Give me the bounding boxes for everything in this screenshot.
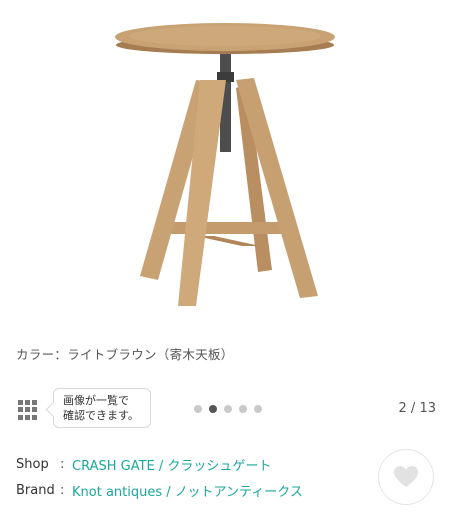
carousel-dots bbox=[194, 405, 262, 413]
tooltip-line-2: 確認できます。 bbox=[63, 409, 139, 422]
heart-icon bbox=[394, 466, 418, 487]
gallery-controls: 画像が一覧で 確認できます。 2 / 13 bbox=[0, 388, 452, 430]
carousel-dot[interactable] bbox=[254, 405, 262, 413]
image-counter: 2 / 13 bbox=[398, 401, 436, 416]
tooltip-line-1: 画像が一覧で bbox=[63, 394, 129, 407]
brand-colon: : bbox=[60, 483, 65, 498]
carousel-dot[interactable] bbox=[239, 405, 247, 413]
carousel-dot[interactable] bbox=[194, 405, 202, 413]
shop-row: Shop : CRASH GATE / クラッシュゲート bbox=[16, 455, 271, 474]
stool-leg bbox=[178, 80, 226, 306]
brand-label: Brand bbox=[16, 483, 55, 498]
stool-crossbar bbox=[166, 222, 284, 234]
shop-colon: : bbox=[60, 457, 65, 472]
favorite-button[interactable] bbox=[378, 449, 434, 505]
shop-link[interactable]: CRASH GATE / クラッシュゲート bbox=[72, 455, 271, 474]
grid-icon[interactable] bbox=[18, 400, 38, 420]
carousel-dot[interactable] bbox=[224, 405, 232, 413]
brand-link[interactable]: Knot antiques / ノットアンティークス bbox=[72, 481, 303, 500]
grid-tooltip: 画像が一覧で 確認できます。 bbox=[53, 388, 151, 428]
shop-label: Shop bbox=[16, 457, 49, 472]
brand-row: Brand : Knot antiques / ノットアンティークス bbox=[16, 481, 303, 500]
stool-crossbar bbox=[196, 236, 260, 246]
carousel-dot-active[interactable] bbox=[209, 405, 217, 413]
product-image[interactable] bbox=[0, 0, 452, 330]
product-color-caption: カラー：ライトブラウン（寄木天板） bbox=[16, 347, 234, 362]
